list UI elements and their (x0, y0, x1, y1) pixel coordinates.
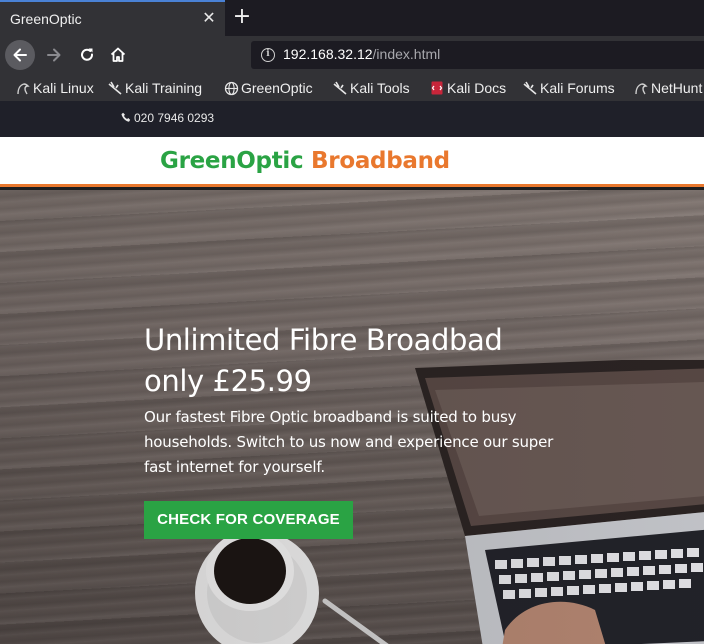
tab-strip: GreenOptic ✕ + (0, 0, 704, 36)
bookmark-label: NetHunt (651, 80, 703, 96)
kali-dragon-icon (333, 81, 347, 95)
url-text[interactable]: 192.168.32.12/index.html (283, 46, 440, 62)
close-tab-icon[interactable]: ✕ (199, 8, 219, 28)
bookmark-label: Kali Linux (33, 80, 94, 96)
home-icon (110, 47, 126, 62)
bookmarks-toolbar: Kali Linux Kali Training GreenOptic Kali… (0, 74, 704, 101)
brand-name-green: GreenOptic (160, 148, 304, 174)
kali-dragon-icon (523, 81, 537, 95)
phone-icon (121, 112, 131, 122)
hero-headline: Unlimited Fibre Broadbad only £25.99 (144, 320, 604, 402)
new-tab-button[interactable]: + (229, 4, 255, 30)
phone-number[interactable]: 020 7946 0293 (121, 111, 214, 125)
bookmark-label: Kali Docs (447, 80, 507, 96)
tab-greenoptic[interactable]: GreenOptic ✕ (0, 0, 225, 36)
reload-button[interactable] (72, 40, 102, 70)
bookmark-label: GreenOptic (241, 80, 313, 96)
kali-dragon-icon (17, 83, 30, 95)
site-logo[interactable]: GreenOptic Broadband (160, 148, 450, 174)
navigation-toolbar: i 192.168.32.12/index.html (0, 36, 704, 74)
hero-headline-line1: Unlimited Fibre Broadbad (144, 323, 503, 357)
brand-name-orange: Broadband (311, 148, 450, 174)
globe-icon (224, 81, 239, 96)
home-button[interactable] (103, 40, 133, 70)
hero-description: Our fastest Fibre Optic broadband is sui… (144, 408, 554, 476)
address-bar[interactable]: i 192.168.32.12/index.html (251, 41, 704, 69)
check-coverage-button[interactable]: CHECK FOR COVERAGE (144, 501, 353, 539)
hero-banner: Unlimited Fibre Broadbad only £25.99 Our… (0, 190, 704, 644)
tab-title: GreenOptic (10, 11, 82, 27)
kali-docs-icon (431, 81, 443, 95)
contact-bar: 020 7946 0293 (0, 101, 704, 137)
site-info-icon[interactable]: i (261, 48, 275, 62)
arrow-right-icon (47, 48, 61, 62)
url-path: /index.html (372, 46, 441, 62)
back-button[interactable] (5, 40, 35, 70)
bookmark-label: Kali Forums (540, 80, 615, 96)
forward-button[interactable] (39, 40, 69, 70)
kali-dragon-icon (635, 83, 648, 95)
url-host: 192.168.32.12 (283, 46, 373, 62)
bookmark-label: Kali Tools (350, 80, 410, 96)
phone-text: 020 7946 0293 (134, 111, 215, 125)
bookmark-label: Kali Training (125, 80, 203, 96)
kali-dragon-icon (108, 81, 122, 95)
reload-icon (81, 48, 94, 61)
site-header: GreenOptic Broadband (0, 137, 704, 187)
arrow-left-icon (13, 48, 27, 62)
hero-headline-line2: only £25.99 (144, 364, 312, 398)
